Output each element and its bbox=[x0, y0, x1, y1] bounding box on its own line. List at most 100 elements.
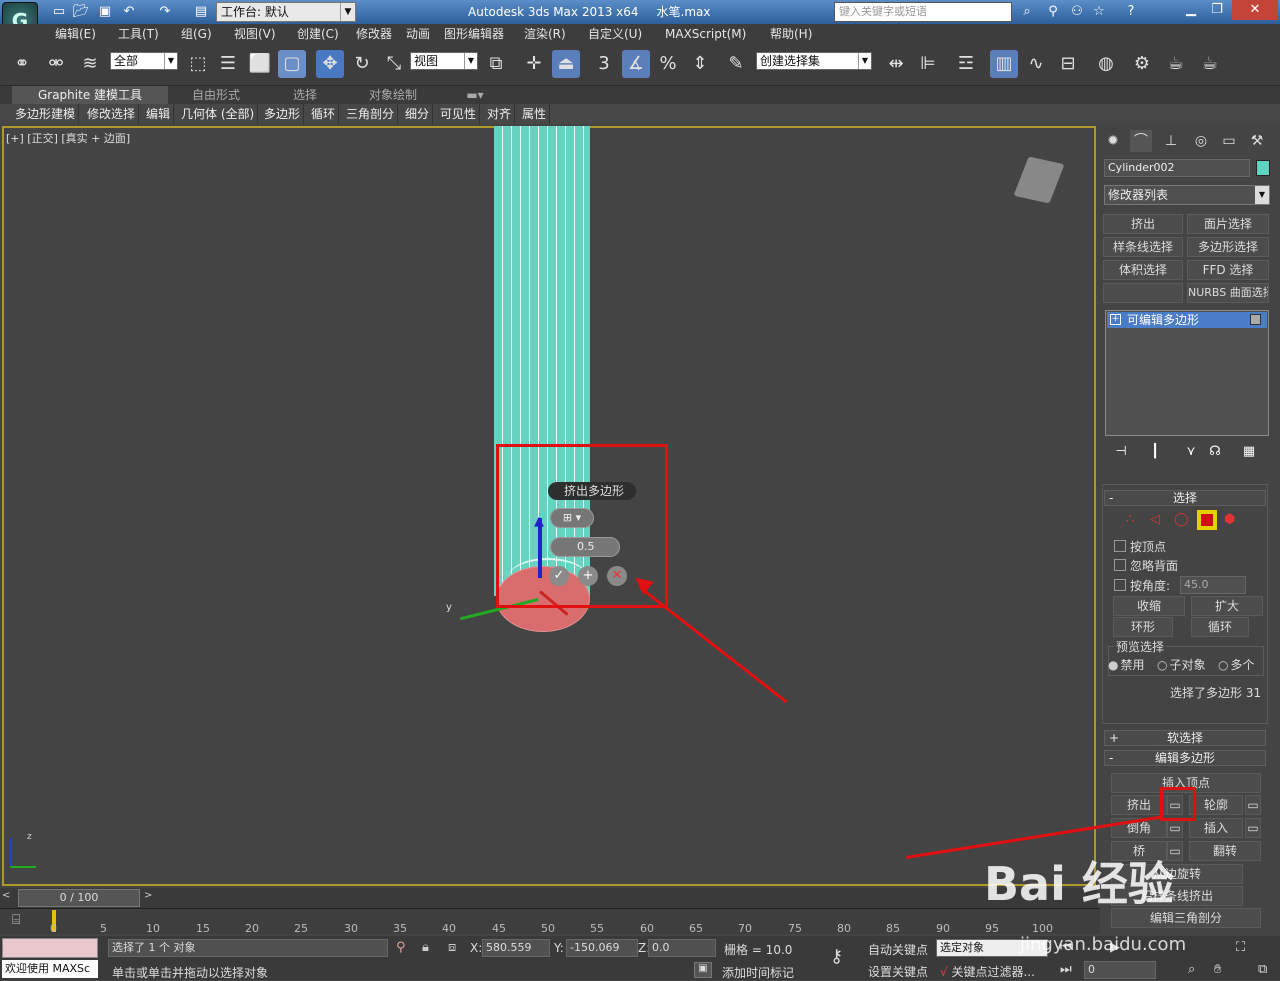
rendered-frame-icon[interactable]: ☕ bbox=[1162, 50, 1190, 78]
move-icon[interactable]: ✥ bbox=[316, 50, 344, 78]
mod-spline-select-button[interactable]: 样条线选择 bbox=[1103, 237, 1183, 257]
align-icon[interactable]: ⊫ bbox=[914, 50, 942, 78]
polygon-mode-icon[interactable] bbox=[1196, 509, 1218, 531]
current-frame-field[interactable]: 0 bbox=[1084, 961, 1156, 979]
zoom-extents-icon[interactable]: ⛶ bbox=[1236, 940, 1245, 955]
save-icon[interactable]: ▣ bbox=[96, 4, 114, 20]
rect-selection-icon[interactable]: ⬜ bbox=[246, 50, 274, 78]
menu-customize[interactable]: 自定义(U) bbox=[588, 24, 642, 44]
angle-snap-icon[interactable]: ∡ bbox=[622, 50, 650, 78]
display-tab-icon[interactable]: ▭ bbox=[1218, 130, 1240, 152]
stack-item-editable-poly[interactable]: 可编辑多边形 bbox=[1107, 312, 1267, 328]
vertex-mode-icon[interactable]: ∴ bbox=[1126, 512, 1134, 527]
soft-selection-rollout-header[interactable]: + 软选择 bbox=[1104, 730, 1266, 746]
shrink-button[interactable]: 收缩 bbox=[1113, 596, 1185, 616]
menu-maxscript[interactable]: MAXScript(M) bbox=[665, 24, 746, 44]
ribbon-properties[interactable]: 属性 bbox=[519, 104, 551, 124]
pan-icon[interactable]: ✋︎ bbox=[1214, 962, 1221, 977]
loop-button[interactable]: 循环 bbox=[1191, 617, 1249, 637]
tab-graphite-modeling[interactable]: Graphite 建模工具 bbox=[12, 86, 168, 104]
set-key-button[interactable]: 设置关键点 bbox=[868, 963, 928, 980]
render-icon[interactable]: ☕ bbox=[1196, 50, 1224, 78]
create-tab-icon[interactable]: ✹ bbox=[1102, 130, 1124, 152]
lock-icon[interactable]: 🔒︎ bbox=[422, 940, 429, 955]
ribbon-modify-selection[interactable]: 修改选择 bbox=[84, 104, 140, 124]
expand-icon[interactable]: + bbox=[1110, 314, 1121, 325]
curve-editor-icon[interactable]: ∿ bbox=[1022, 50, 1050, 78]
object-name-field[interactable]: Cylinder002 bbox=[1104, 159, 1250, 177]
ignore-backfacing-checkbox[interactable]: 忽略背面 bbox=[1114, 557, 1178, 574]
x-coordinate-field[interactable]: 580.559 bbox=[482, 939, 550, 957]
modifier-stack[interactable] bbox=[1105, 310, 1269, 436]
mod-patch-select-button[interactable]: 面片选择 bbox=[1187, 214, 1269, 234]
menu-group[interactable]: 组(G) bbox=[181, 24, 212, 44]
ribbon-tris[interactable]: 三角剖分 bbox=[343, 104, 399, 124]
preview-subobject-radio[interactable]: 子对象 bbox=[1157, 656, 1205, 673]
modify-tab-icon[interactable]: ⌒ bbox=[1130, 130, 1152, 152]
snaps-toggle-icon[interactable]: 3 bbox=[590, 50, 618, 78]
mod-poly-select-button[interactable]: 多边形选择 bbox=[1187, 237, 1269, 257]
mod-ffd-select-button[interactable]: FFD 选择 bbox=[1187, 260, 1269, 280]
outline-settings-icon[interactable]: ▭ bbox=[1245, 795, 1261, 815]
project-folder-icon[interactable]: ▤ bbox=[192, 4, 210, 20]
window-crossing-icon[interactable]: ▢ bbox=[278, 50, 306, 78]
tab-freeform[interactable]: 自由形式 bbox=[180, 86, 252, 104]
remove-modifier-icon[interactable]: ☊ bbox=[1206, 444, 1224, 460]
inset-settings-icon[interactable]: ▭ bbox=[1245, 818, 1261, 838]
make-unique-icon[interactable]: ⋎ bbox=[1182, 444, 1200, 460]
menu-modifiers[interactable]: 修改器 bbox=[356, 24, 392, 44]
maxscript-mini-listener[interactable]: 欢迎使用 MAXSc bbox=[2, 960, 98, 978]
render-setup-icon[interactable]: ⚙ bbox=[1128, 50, 1156, 78]
mod-extrude-button[interactable]: 挤出 bbox=[1103, 214, 1183, 234]
by-angle-checkbox[interactable]: 按角度: bbox=[1114, 577, 1170, 594]
time-tag-icon[interactable]: ▣ bbox=[694, 962, 712, 978]
ribbon-visibility[interactable]: 可见性 bbox=[437, 104, 481, 124]
stack-toggle-icon[interactable] bbox=[1250, 314, 1261, 325]
unlink-icon[interactable]: ⚮ bbox=[42, 50, 70, 78]
edge-mode-icon[interactable]: ◁ bbox=[1150, 512, 1160, 527]
mod-empty-button[interactable] bbox=[1103, 283, 1183, 303]
ribbon-edit[interactable]: 编辑 bbox=[143, 104, 175, 124]
hierarchy-tab-icon[interactable]: ⊥ bbox=[1160, 130, 1182, 152]
grow-button[interactable]: 扩大 bbox=[1191, 596, 1263, 616]
layer-manager-icon[interactable]: ☲ bbox=[952, 50, 980, 78]
selection-rollout-header[interactable]: - 选择 bbox=[1104, 490, 1266, 506]
configure-sets-icon[interactable]: ▦ bbox=[1240, 444, 1258, 460]
reference-coordinate-dropdown[interactable]: 视图 ▼ bbox=[410, 52, 478, 70]
ribbon-subdivision[interactable]: 细分 bbox=[402, 104, 434, 124]
ribbon-geometry-all[interactable]: 几何体 (全部) bbox=[178, 104, 259, 124]
pin-stack-icon[interactable]: ⊣ bbox=[1112, 444, 1130, 460]
menu-help[interactable]: 帮助(H) bbox=[770, 24, 812, 44]
named-selection-dropdown[interactable]: 创建选择集 ▼ bbox=[756, 52, 872, 70]
absolute-mode-icon[interactable]: ⧈ bbox=[448, 940, 456, 955]
tab-object-paint[interactable]: 对象绘制 bbox=[360, 86, 426, 104]
undo-icon[interactable]: ↶ bbox=[120, 4, 138, 20]
edit-named-selection-icon[interactable]: ✎ bbox=[722, 50, 750, 78]
key-mode-icon[interactable]: ⚷ bbox=[830, 946, 843, 967]
inset-button[interactable]: 插入 bbox=[1189, 818, 1243, 838]
time-slider-track[interactable] bbox=[0, 888, 1097, 908]
flip-button[interactable]: 翻转 bbox=[1189, 841, 1261, 861]
minimize-button[interactable]: ▁ bbox=[1178, 0, 1204, 20]
link-icon[interactable]: ⚭ bbox=[8, 50, 36, 78]
menu-animation[interactable]: 动画 bbox=[406, 24, 430, 44]
by-vertex-checkbox[interactable]: 按顶点 bbox=[1114, 538, 1166, 555]
percent-snap-icon[interactable]: % bbox=[654, 50, 682, 78]
object-color-swatch[interactable] bbox=[1256, 160, 1270, 176]
select-by-name-icon[interactable]: ☰ bbox=[214, 50, 242, 78]
spinner-snap-icon[interactable]: ⇕ bbox=[686, 50, 714, 78]
key-mode-toggle-icon[interactable]: ⏭ bbox=[1060, 962, 1072, 977]
select-manipulate-icon[interactable]: ✛ bbox=[520, 50, 548, 78]
select-object-icon[interactable]: ⬚ bbox=[184, 50, 212, 78]
angle-input[interactable]: 45.0 bbox=[1180, 576, 1246, 594]
ribbon-polygons[interactable]: 多边形 bbox=[261, 104, 305, 124]
tab-selection[interactable]: 选择 bbox=[280, 86, 330, 104]
menu-rendering[interactable]: 渲染(R) bbox=[524, 24, 566, 44]
time-slider-thumb[interactable]: 0 / 100 bbox=[18, 889, 140, 907]
key-filters-button[interactable]: √ 关键点过滤器... bbox=[940, 963, 1035, 980]
motion-tab-icon[interactable]: ◎ bbox=[1190, 130, 1212, 152]
mini-curve-editor-icon[interactable]: ⌸ bbox=[12, 912, 20, 928]
extrude-button[interactable]: 挤出 bbox=[1111, 795, 1167, 815]
maximize-viewport-icon[interactable]: ⧉ bbox=[1258, 962, 1267, 977]
ribbon-align[interactable]: 对齐 bbox=[484, 104, 516, 124]
